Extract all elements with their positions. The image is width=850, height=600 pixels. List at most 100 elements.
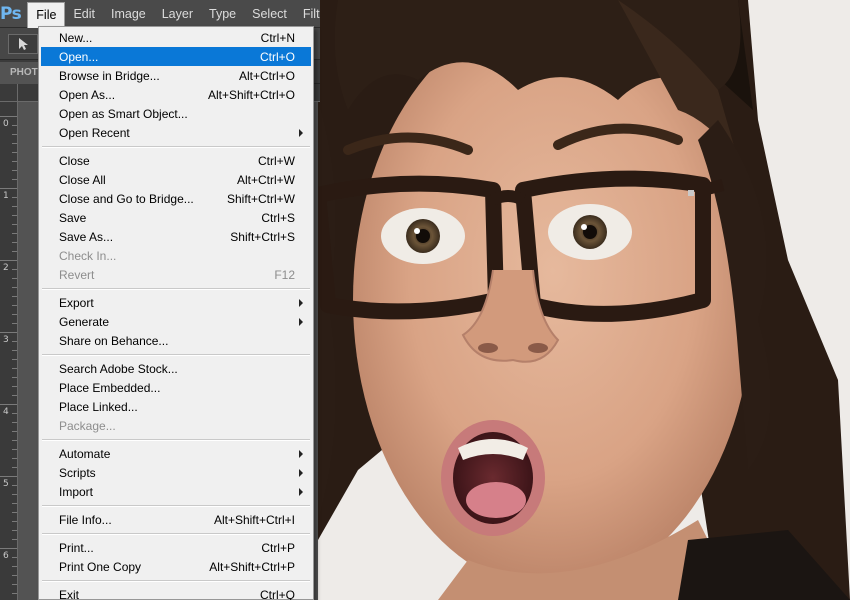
menu-bar: Ps File Edit Image Layer Type Select Fil… xyxy=(0,0,320,28)
menu-item-print-one-copy[interactable]: Print One Copy Alt+Shift+Ctrl+P xyxy=(41,557,311,576)
ruler-minor-tick xyxy=(12,458,17,459)
menu-item-label: Export xyxy=(59,295,94,310)
ruler-label: 5 xyxy=(3,479,9,489)
menu-item-label: Package... xyxy=(59,418,116,433)
menu-separator xyxy=(42,439,310,441)
menu-item-print[interactable]: Print... Ctrl+P xyxy=(41,538,311,557)
menu-item-shortcut: Shift+Ctrl+W xyxy=(226,191,295,206)
menu-item-shortcut: Alt+Ctrl+W xyxy=(236,172,295,187)
file-menu-dropdown: New... Ctrl+N Open... Ctrl+O Browse in Bridg… xyxy=(38,26,314,600)
ruler-minor-tick xyxy=(12,170,17,171)
ruler-minor-tick xyxy=(12,467,17,468)
menu-type[interactable]: Type xyxy=(201,2,244,26)
menu-separator xyxy=(42,288,310,290)
menu-item-shortcut: Alt+Shift+Ctrl+P xyxy=(209,559,295,574)
menu-item-label: Open... xyxy=(59,49,99,64)
ruler-minor-tick xyxy=(12,368,17,369)
menu-item-share-on-behance[interactable]: Share on Behance... xyxy=(41,331,311,350)
menu-separator xyxy=(42,505,310,507)
ruler-major-tick xyxy=(0,548,17,549)
menu-item-label: Scripts xyxy=(59,465,96,480)
ruler-major-tick xyxy=(0,116,17,117)
menu-item-shortcut: Ctrl+Q xyxy=(259,587,295,600)
ruler-minor-tick xyxy=(12,287,17,288)
ruler-minor-tick xyxy=(12,422,17,423)
menu-item-label: File Info... xyxy=(59,512,112,527)
ruler-major-tick xyxy=(0,260,17,261)
ruler-minor-tick xyxy=(12,512,17,513)
menu-item-label: Close All xyxy=(59,172,106,187)
ruler-label: 4 xyxy=(3,407,9,417)
ruler-minor-tick xyxy=(12,314,17,315)
menu-item-label: Share on Behance... xyxy=(59,333,169,348)
ruler-minor-tick xyxy=(12,530,17,531)
menu-item-open-recent[interactable]: Open Recent xyxy=(41,123,311,142)
menu-layer[interactable]: Layer xyxy=(154,2,201,26)
menu-item-label: New... xyxy=(59,30,93,45)
menu-item-shortcut: Ctrl+P xyxy=(261,540,295,555)
menu-item-generate[interactable]: Generate xyxy=(41,312,311,331)
ruler-minor-tick xyxy=(12,197,17,198)
ruler-label: 0 xyxy=(3,119,9,129)
ruler-minor-tick xyxy=(12,584,17,585)
menu-item-label: Save xyxy=(59,210,87,225)
ruler-major-tick xyxy=(0,476,17,477)
menu-item-close[interactable]: Close Ctrl+W xyxy=(41,151,311,170)
menu-item-import[interactable]: Import xyxy=(41,482,311,501)
menu-item-check-in: Check In... xyxy=(41,246,311,265)
ruler-minor-tick xyxy=(12,431,17,432)
document-tab[interactable]: PHOTO xyxy=(0,62,40,84)
document-canvas[interactable] xyxy=(318,0,850,600)
menu-select[interactable]: Select xyxy=(244,2,295,26)
menu-item-label: Close xyxy=(59,153,90,168)
ruler-minor-tick xyxy=(12,143,17,144)
menu-item-place-linked[interactable]: Place Linked... xyxy=(41,397,311,416)
menu-separator xyxy=(42,146,310,148)
ruler-minor-tick xyxy=(12,503,17,504)
menu-item-label: Revert xyxy=(59,267,95,282)
menu-item-new[interactable]: New... Ctrl+N xyxy=(41,28,311,47)
menu-item-file-info[interactable]: File Info... Alt+Shift+Ctrl+I xyxy=(41,510,311,529)
menu-item-save[interactable]: Save Ctrl+S xyxy=(41,208,311,227)
menu-item-browse-in-bridge[interactable]: Browse in Bridge... Alt+Ctrl+O xyxy=(41,66,311,85)
menu-item-label: Generate xyxy=(59,314,110,329)
menu-item-open[interactable]: Open... Ctrl+O xyxy=(41,47,311,66)
ruler-major-tick xyxy=(0,332,17,333)
menu-image[interactable]: Image xyxy=(103,2,154,26)
menu-item-close-and-go-to-bridge[interactable]: Close and Go to Bridge... Shift+Ctrl+W xyxy=(41,189,311,208)
ruler-minor-tick xyxy=(12,521,17,522)
menu-item-scripts[interactable]: Scripts xyxy=(41,463,311,482)
menu-edit[interactable]: Edit xyxy=(65,2,103,26)
ruler-minor-tick xyxy=(12,350,17,351)
menu-item-open-as-smart-object[interactable]: Open as Smart Object... xyxy=(41,104,311,123)
tool-preset-picker[interactable] xyxy=(8,34,38,54)
ruler-label: 1 xyxy=(3,191,9,201)
ruler-minor-tick xyxy=(12,215,17,216)
ruler-origin[interactable] xyxy=(0,84,18,102)
menu-item-search-adobe-stock[interactable]: Search Adobe Stock... xyxy=(41,359,311,378)
menu-file[interactable]: File xyxy=(27,1,66,28)
ruler-minor-tick xyxy=(12,224,17,225)
menu-filter[interactable]: Filt xyxy=(295,2,328,26)
menu-item-save-as[interactable]: Save As... Shift+Ctrl+S xyxy=(41,227,311,246)
menu-item-label: Open Recent xyxy=(59,125,130,140)
ruler-minor-tick xyxy=(12,152,17,153)
menu-item-label: Open as Smart Object... xyxy=(59,106,188,121)
menu-item-automate[interactable]: Automate xyxy=(41,444,311,463)
ruler-minor-tick xyxy=(12,494,17,495)
menu-item-close-all[interactable]: Close All Alt+Ctrl+W xyxy=(41,170,311,189)
menu-item-label: Print One Copy xyxy=(59,559,142,574)
menu-separator xyxy=(42,580,310,582)
menu-item-place-embedded[interactable]: Place Embedded... xyxy=(41,378,311,397)
menu-item-label: Print... xyxy=(59,540,94,555)
ruler-minor-tick xyxy=(12,359,17,360)
ruler-minor-tick xyxy=(12,449,17,450)
menu-item-label: Search Adobe Stock... xyxy=(59,361,178,376)
ruler-label: 6 xyxy=(3,551,9,561)
ruler-minor-tick xyxy=(12,485,17,486)
menu-item-export[interactable]: Export xyxy=(41,293,311,312)
vertical-ruler[interactable]: 0 1 2 3 4 5 6 xyxy=(0,102,18,600)
menu-item-open-as[interactable]: Open As... Alt+Shift+Ctrl+O xyxy=(41,85,311,104)
menu-item-exit[interactable]: Exit Ctrl+Q xyxy=(41,585,311,600)
ruler-minor-tick xyxy=(12,125,17,126)
